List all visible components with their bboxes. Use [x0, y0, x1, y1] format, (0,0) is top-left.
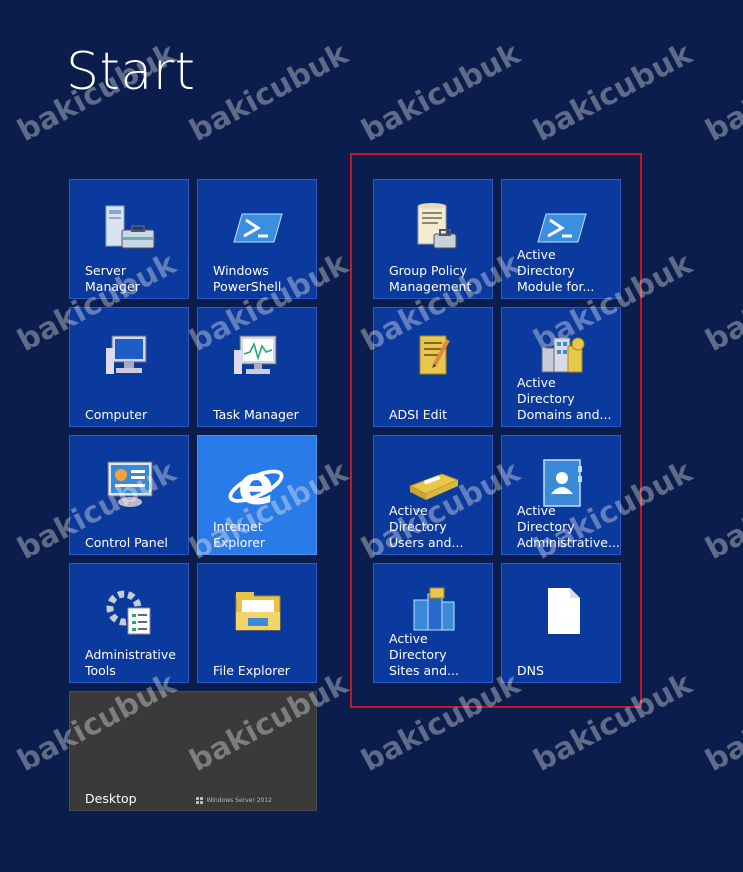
- tile-desktop[interactable]: Desktop Windows Server 2012: [69, 691, 317, 811]
- tile-label: ADSI Edit: [389, 407, 447, 422]
- tile-label: Server Manager: [85, 263, 140, 294]
- tile-label: Administrative Tools: [85, 647, 176, 678]
- tile-label: Windows PowerShell: [213, 263, 282, 294]
- tile-ad-sites-and-services[interactable]: Active Directory Sites and...: [373, 563, 493, 683]
- server-manager-icon: [105, 205, 155, 249]
- tile-adsi-edit[interactable]: ADSI Edit: [373, 307, 493, 427]
- task-manager-icon: [234, 335, 277, 374]
- tile-administrative-tools[interactable]: Administrative Tools: [69, 563, 189, 683]
- windows-logo-icon: [196, 797, 204, 804]
- tile-label: Internet Explorer: [213, 519, 266, 550]
- powershell-icon: [233, 213, 283, 243]
- tile-ad-administrative-center[interactable]: Active Directory Administrative...: [501, 435, 621, 555]
- tile-control-panel[interactable]: Control Panel: [69, 435, 189, 555]
- watermark: bakicubuk: [528, 666, 698, 779]
- watermark: bakicubuk: [356, 36, 526, 149]
- adsi-edit-icon: [419, 335, 450, 375]
- windows-server-badge: Windows Server 2012: [196, 797, 272, 804]
- group-policy-icon: [417, 203, 457, 249]
- computer-icon: [106, 335, 147, 374]
- tile-label: Active Directory Sites and...: [389, 631, 459, 678]
- tile-ad-domains-and-trusts[interactable]: Active Directory Domains and...: [501, 307, 621, 427]
- tile-ad-module-powershell[interactable]: Active Directory Module for...: [501, 179, 621, 299]
- tile-windows-powershell[interactable]: Windows PowerShell: [197, 179, 317, 299]
- tile-label: File Explorer: [213, 663, 290, 678]
- watermark: bakicubuk: [528, 36, 698, 149]
- tile-label: Active Directory Module for...: [517, 247, 595, 294]
- tile-dns[interactable]: DNS: [501, 563, 621, 683]
- file-explorer-icon: [235, 592, 281, 631]
- tile-task-manager[interactable]: Task Manager: [197, 307, 317, 427]
- tile-label: Computer: [85, 407, 148, 422]
- watermark: bakicubuk: [700, 36, 743, 149]
- tile-group-policy-management[interactable]: Group Policy Management: [373, 179, 493, 299]
- start-title: Start: [66, 42, 196, 102]
- tile-server-manager[interactable]: Server Manager: [69, 179, 189, 299]
- tile-file-explorer[interactable]: File Explorer: [197, 563, 317, 683]
- internet-explorer-icon: e: [228, 454, 284, 514]
- tile-label: Active Directory Users and...: [389, 503, 464, 550]
- tile-label: Task Manager: [213, 407, 299, 422]
- watermark: bakicubuk: [700, 666, 743, 779]
- tile-ad-users-and-computers[interactable]: Active Directory Users and...: [373, 435, 493, 555]
- watermark: bakicubuk: [356, 666, 526, 779]
- dns-document-icon: [548, 588, 580, 634]
- tile-internet-explorer[interactable]: e Internet Explorer: [197, 435, 317, 555]
- watermark: bakicubuk: [700, 454, 743, 567]
- tile-label: DNS: [517, 663, 544, 678]
- tile-label: Active Directory Domains and...: [517, 375, 612, 422]
- tile-label: Active Directory Administrative...: [517, 503, 620, 550]
- control-panel-icon: [107, 461, 153, 507]
- watermark: bakicubuk: [700, 246, 743, 359]
- tile-label: Control Panel: [85, 535, 168, 550]
- tile-label: Group Policy Management: [389, 263, 472, 294]
- administrative-tools-icon: [106, 590, 151, 635]
- tile-computer[interactable]: Computer: [69, 307, 189, 427]
- watermark: bakicubuk: [184, 36, 354, 149]
